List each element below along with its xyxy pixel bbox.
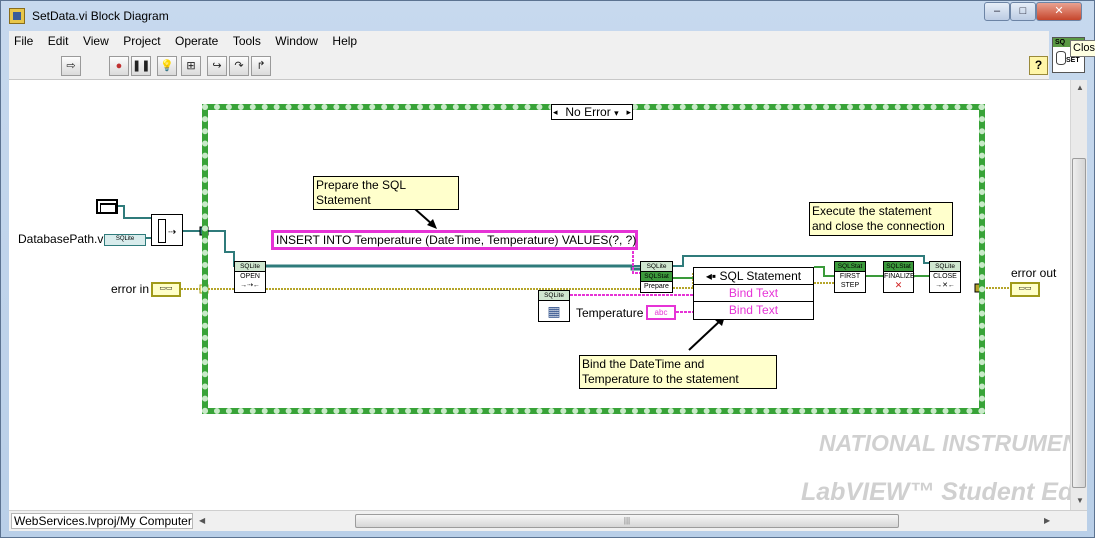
- first-step-node[interactable]: SQLStat FIRST STEP: [834, 261, 866, 293]
- sqlite-close-node[interactable]: SQLite CLOSE →✕←: [929, 261, 961, 293]
- case-selector[interactable]: ◂ No Error ▾ ▸: [551, 104, 633, 120]
- close-node-label: CLOSE: [933, 273, 957, 280]
- prepare-node-subheader: SQLStat: [641, 272, 672, 282]
- context-help-button[interactable]: ?: [1029, 56, 1048, 75]
- temperature-string-control[interactable]: abc: [646, 305, 676, 320]
- status-bar: WebServices.lvproj/My Computer ◀ ||| ▶: [9, 510, 1087, 531]
- arrow-icon: ⇢: [168, 227, 177, 238]
- project-path: WebServices.lvproj/My Computer: [11, 513, 193, 529]
- prepare-node-label: Prepare: [644, 283, 669, 290]
- decrement-arrow-icon[interactable]: ◂: [553, 105, 558, 119]
- close-node-header: SQLite: [930, 262, 960, 272]
- close-arrow-icon: →✕←: [935, 282, 955, 289]
- open-node-header: SQLite: [235, 262, 265, 272]
- abort-icon[interactable]: ●: [109, 56, 129, 76]
- sqlite-datetime-node[interactable]: SQLite ▦: [538, 290, 570, 322]
- vertical-scroll-thumb[interactable]: [1072, 158, 1086, 488]
- menu-window[interactable]: Window: [270, 31, 323, 48]
- step-over-icon[interactable]: ↷: [229, 56, 249, 76]
- step-into-icon[interactable]: ↪: [207, 56, 227, 76]
- path-wire[interactable]: [116, 205, 151, 219]
- database-path-subvi[interactable]: SQLite: [104, 234, 146, 246]
- highlight-execution-icon[interactable]: 💡: [157, 56, 177, 76]
- finalize-node[interactable]: SQLStat FINALIZE ✕: [883, 261, 915, 293]
- invoke-header-label: SQL Statement: [719, 269, 802, 283]
- open-node-label: OPEN: [240, 273, 260, 280]
- menu-operate[interactable]: Operate: [170, 31, 223, 48]
- menu-edit[interactable]: Edit: [43, 31, 74, 48]
- calendar-icon: ▦: [547, 303, 561, 319]
- folder-path-icon[interactable]: [96, 199, 118, 214]
- case-selector-value: No Error: [565, 105, 611, 119]
- block-diagram-canvas[interactable]: NATIONAL INSTRUMENTS LabVIEW™ Student Ed…: [9, 80, 1070, 510]
- note-execute[interactable]: Execute the statement and close the conn…: [809, 202, 953, 236]
- temperature-label: Temperature: [576, 306, 644, 320]
- tooltip: Clos: [1070, 40, 1095, 57]
- maximize-button[interactable]: □: [1010, 2, 1036, 21]
- menu-project[interactable]: Project: [118, 31, 165, 48]
- scroll-right-icon[interactable]: ▶: [1044, 516, 1050, 525]
- first-step-header: SQLStat: [835, 262, 865, 272]
- minimize-button[interactable]: –: [984, 2, 1010, 21]
- open-arrow-icon: →⇢←: [240, 282, 260, 289]
- ni-watermark-brand: NATIONAL INSTRUMENTS: [819, 430, 1070, 456]
- invoke-arrow-icon: ◂▪: [705, 269, 720, 283]
- folder-icon: [100, 203, 116, 214]
- scroll-left-icon[interactable]: ◀: [199, 516, 205, 525]
- sql-string-constant[interactable]: INSERT INTO Temperature (DateTime, Tempe…: [271, 230, 638, 250]
- menu-help[interactable]: Help: [327, 31, 362, 48]
- datetime-node-header: SQLite: [539, 291, 569, 301]
- database-path-label: DatabasePath.vi: [18, 232, 107, 246]
- error-out-label: error out: [1011, 266, 1057, 280]
- close-x-icon: ✕: [894, 280, 903, 290]
- sql-statement-invoke-node[interactable]: ◂▪ SQL Statement Bind Text Bind Text: [693, 267, 814, 320]
- pause-icon[interactable]: ❚❚: [131, 56, 151, 76]
- error-in-label: error in: [111, 282, 150, 296]
- sqlite-open-node[interactable]: SQLite OPEN →⇢←: [234, 261, 266, 293]
- prepare-node-header: SQLite: [641, 262, 672, 272]
- increment-arrow-icon[interactable]: ▸: [626, 105, 631, 119]
- scroll-up-icon[interactable]: ▲: [1076, 83, 1084, 92]
- bind-text-row[interactable]: Bind Text: [694, 285, 813, 302]
- invoke-header: ◂▪ SQL Statement: [694, 268, 813, 285]
- title-bar: SetData.vi Block Diagram – □ ✕: [1, 1, 1094, 31]
- error-out-indicator[interactable]: ▭▭: [1010, 282, 1040, 297]
- connector-icon-label: SET: [1066, 57, 1080, 64]
- first-step-label: FIRST STEP: [839, 273, 861, 289]
- close-button[interactable]: ✕: [1036, 2, 1082, 21]
- horizontal-scrollbar[interactable]: ◀ ||| ▶: [199, 513, 1054, 529]
- labview-window: SetData.vi Block Diagram – □ ✕ File Edit…: [0, 0, 1095, 538]
- menu-file[interactable]: File: [9, 31, 38, 48]
- scroll-down-icon[interactable]: ▼: [1076, 496, 1084, 505]
- note-prepare[interactable]: Prepare the SQL Statement: [313, 176, 459, 210]
- build-path-icon: [158, 219, 166, 243]
- window-title: SetData.vi Block Diagram: [32, 9, 169, 23]
- labview-vi-icon: [9, 8, 25, 24]
- menu-tools[interactable]: Tools: [228, 31, 266, 48]
- menu-bar: File Edit View Project Operate Tools Win…: [9, 31, 1049, 53]
- run-arrow-icon[interactable]: ⇨: [61, 56, 81, 76]
- error-in-terminal[interactable]: ▭▭: [151, 282, 181, 297]
- vertical-scrollbar[interactable]: ▲ ▼: [1070, 80, 1087, 510]
- database-icon: [1056, 51, 1066, 65]
- step-out-icon[interactable]: ↱: [251, 56, 271, 76]
- bind-text-row[interactable]: Bind Text: [694, 302, 813, 319]
- finalize-header: SQLStat: [884, 262, 913, 272]
- dropdown-arrow-icon[interactable]: ▾: [614, 108, 619, 118]
- sqlite-prepare-node[interactable]: SQLite SQLStat Prepare: [640, 261, 673, 293]
- note-bind[interactable]: Bind the DateTime and Temperature to the…: [579, 355, 777, 389]
- retain-wire-values-icon[interactable]: ⊞: [181, 56, 201, 76]
- horizontal-scroll-thumb[interactable]: |||: [355, 514, 899, 528]
- toolbar: ⇨ ● ❚❚ 💡 ⊞ ↪ ↷ ↱: [9, 53, 1049, 80]
- labview-student-watermark: LabVIEW™ Student Edition: [801, 478, 1070, 506]
- menu-view[interactable]: View: [78, 31, 114, 48]
- build-path-node[interactable]: ⇢: [151, 214, 183, 246]
